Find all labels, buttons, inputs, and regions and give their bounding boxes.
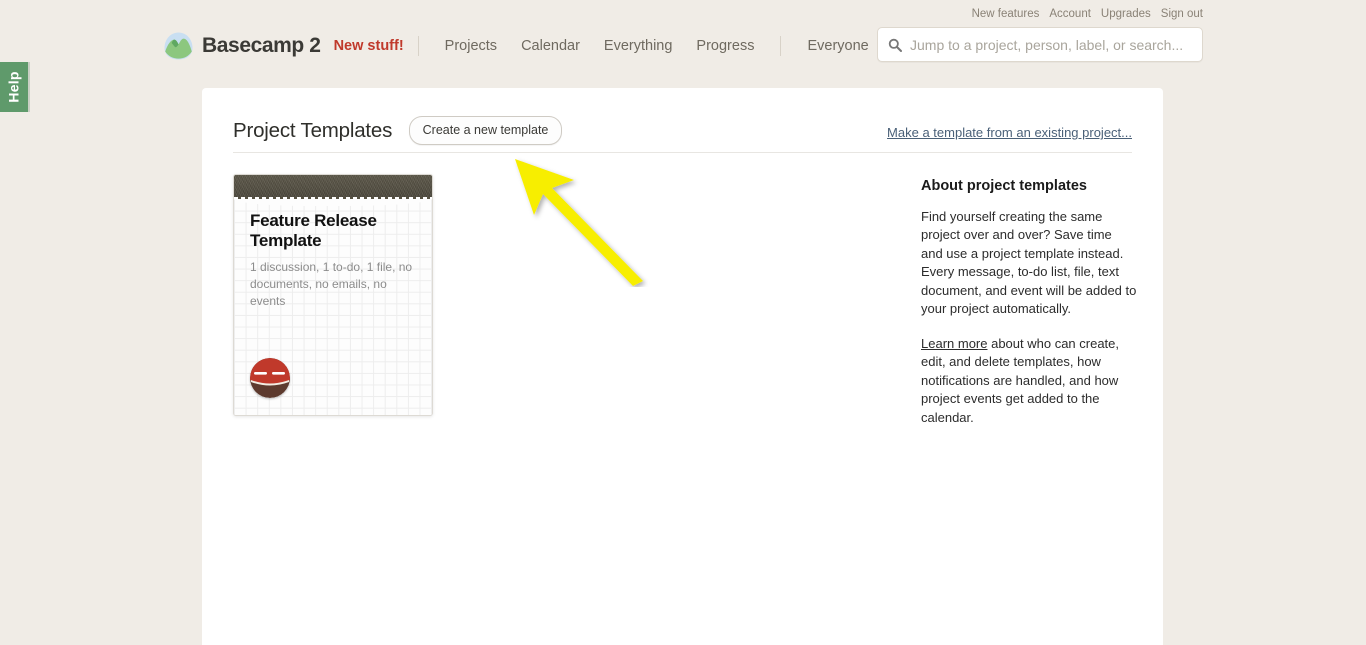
nav-divider-secondary	[780, 36, 782, 56]
make-template-from-existing-project-link[interactable]: Make a template from an existing project…	[887, 125, 1132, 140]
page-title: Project Templates	[233, 118, 393, 142]
new-stuff-link[interactable]: New stuff!	[334, 38, 404, 54]
utility-link-new-features[interactable]: New features	[972, 8, 1040, 20]
help-tab-label: Help	[6, 71, 23, 103]
nav-divider	[417, 36, 419, 56]
learn-more-link[interactable]: Learn more	[921, 336, 987, 351]
utility-link-upgrades[interactable]: Upgrades	[1101, 8, 1151, 20]
search-input[interactable]	[910, 36, 1192, 53]
utility-link-account[interactable]: Account	[1049, 8, 1091, 20]
nav-item-calendar[interactable]: Calendar	[509, 38, 592, 54]
brand-home-link[interactable]: Basecamp 2	[163, 31, 321, 61]
template-card[interactable]: Feature Release Template 1 discussion, 1…	[233, 174, 433, 416]
templates-grid: Feature Release Template 1 discussion, 1…	[233, 174, 433, 416]
template-name: Feature Release Template	[250, 211, 377, 251]
nav-item-everything[interactable]: Everything	[592, 38, 685, 54]
nav-item-projects[interactable]: Projects	[433, 38, 509, 54]
create-new-template-button[interactable]: Create a new template	[408, 116, 563, 145]
about-heading: About project templates	[921, 178, 1087, 194]
nav-item-everyone[interactable]: Everyone	[795, 38, 880, 54]
brand-name: Basecamp 2	[202, 34, 321, 57]
page-header: Project Templates Create a new template …	[233, 116, 1132, 154]
utility-link-sign-out[interactable]: Sign out	[1161, 8, 1203, 20]
basecamp-hill-logo-icon	[163, 31, 194, 61]
search-box[interactable]	[877, 27, 1203, 62]
about-paragraph-1: Find yourself creating the same project …	[921, 209, 1137, 317]
card-body: Feature Release Template 1 discussion, 1…	[250, 211, 418, 310]
header-divider	[233, 152, 1132, 153]
content-panel: Project Templates Create a new template …	[202, 88, 1163, 645]
about-paragraph-2: Learn more about who can create, edit, a…	[921, 335, 1137, 427]
search-bar[interactable]	[877, 27, 1203, 62]
template-meta: 1 discussion, 1 to-do, 1 file, no docume…	[250, 260, 413, 309]
card-leather-header	[234, 175, 432, 197]
utility-links: New features Account Upgrades Sign out	[972, 8, 1203, 20]
about-sidebar: About project templates Find yourself cr…	[921, 178, 1137, 427]
user-avatar	[250, 358, 290, 398]
help-tab[interactable]: Help	[0, 62, 30, 112]
primary-nav: Projects Calendar Everything Progress Ev…	[433, 36, 925, 56]
nav-item-progress[interactable]: Progress	[684, 38, 766, 54]
search-icon	[888, 38, 902, 52]
